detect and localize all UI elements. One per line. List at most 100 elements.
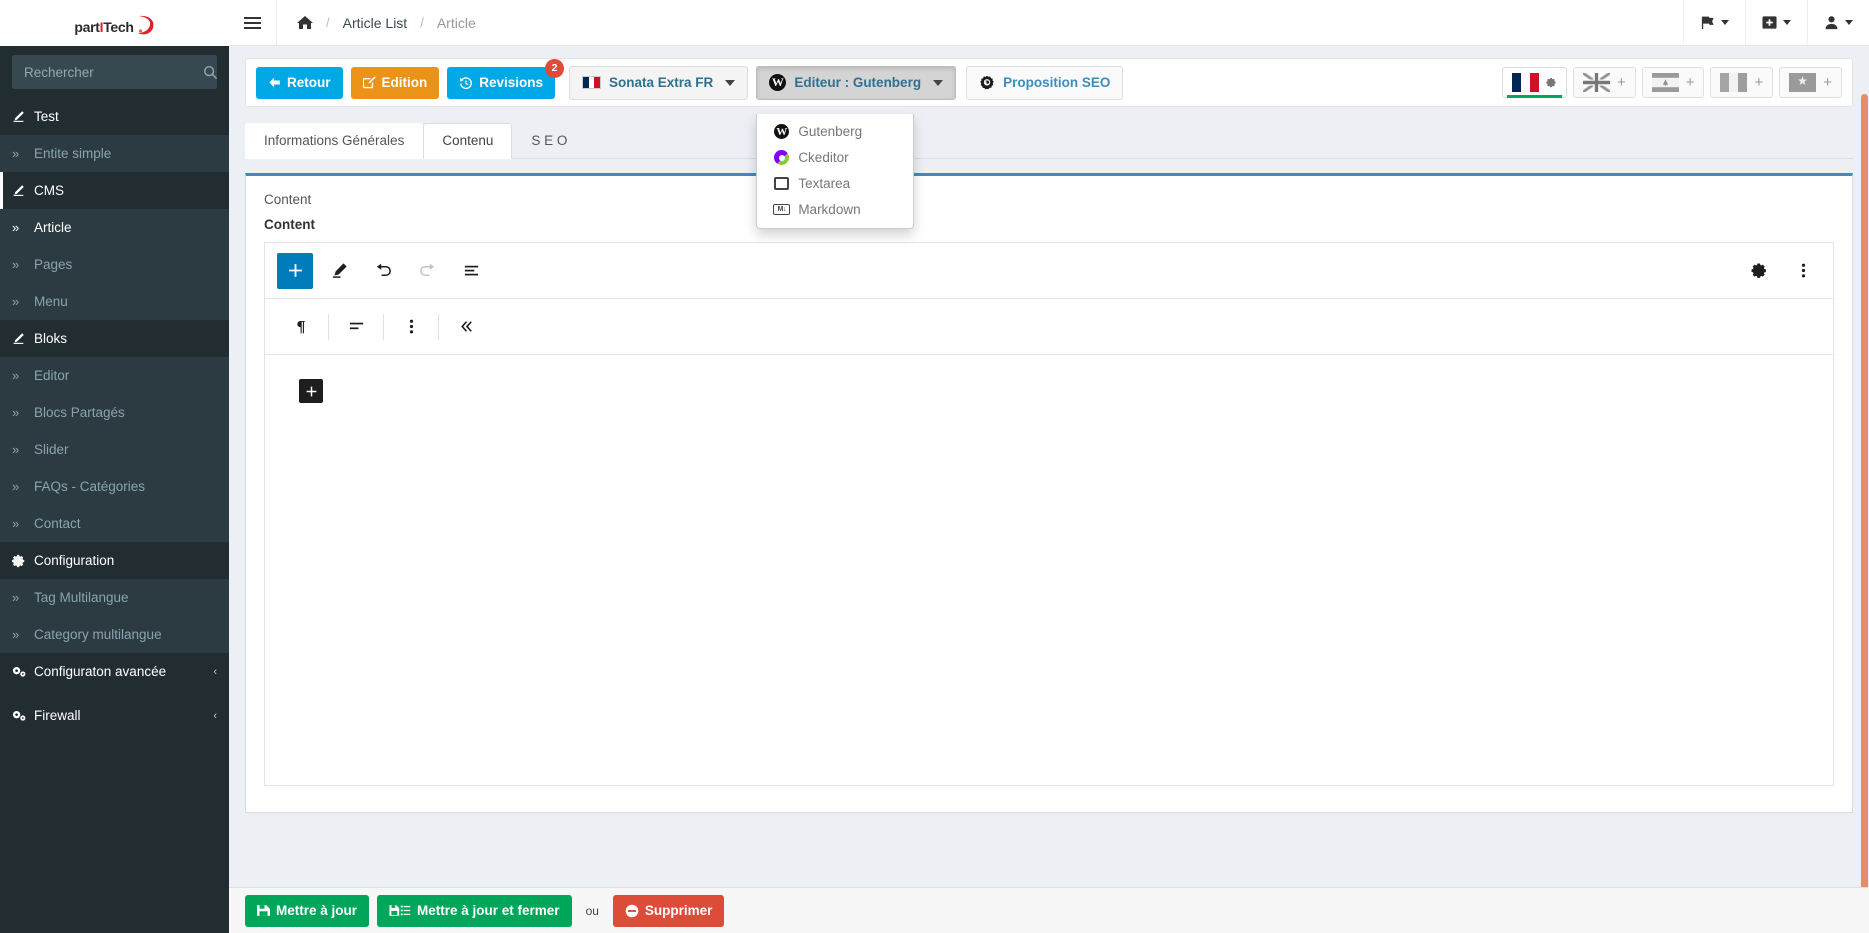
chevrons-right-icon: » xyxy=(12,257,34,272)
sidebar-item-menu[interactable]: » Menu xyxy=(0,283,229,320)
revisions-button[interactable]: Revisions 2 xyxy=(447,67,555,99)
locale-select-button[interactable]: Sonata Extra FR xyxy=(569,66,748,100)
tabs-bar: Informations Générales Contenu S E O xyxy=(245,121,1853,159)
add-block-button[interactable] xyxy=(277,253,313,289)
gutenberg-editor: ¶ xyxy=(264,242,1834,786)
more-options-button[interactable] xyxy=(1785,253,1821,289)
undo-button[interactable] xyxy=(365,253,401,289)
sidebar-item-article[interactable]: » Article xyxy=(0,209,229,246)
home-icon[interactable] xyxy=(297,15,313,30)
locale-chip-fr[interactable] xyxy=(1502,67,1567,98)
sidebar-item-firewall[interactable]: Firewall ‹ xyxy=(0,697,229,734)
plus-icon[interactable]: + xyxy=(1823,75,1832,90)
collapse-toolbar-button[interactable] xyxy=(448,309,484,345)
locale-chip-lb[interactable]: + xyxy=(1642,67,1705,98)
sidebar-item-configuration[interactable]: Configuration xyxy=(0,542,229,579)
minus-circle-icon xyxy=(625,904,639,918)
user-menu[interactable] xyxy=(1807,0,1869,46)
sidebar-item-label: Pages xyxy=(34,257,217,272)
sidebar-item-category-multilangue[interactable]: » Category multilangue xyxy=(0,616,229,653)
search-input[interactable] xyxy=(22,64,203,81)
chevron-down-icon xyxy=(1845,20,1853,25)
brand-swoosh-icon xyxy=(135,14,155,36)
block-options-button[interactable] xyxy=(393,309,429,345)
sidebar-item-tag-multilangue[interactable]: » Tag Multilangue xyxy=(0,579,229,616)
align-button[interactable] xyxy=(338,309,374,345)
tab-contenu[interactable]: Contenu xyxy=(423,123,512,159)
content-scroll-area: Retour Edition xyxy=(229,46,1869,933)
page-scrollbar-thumb[interactable] xyxy=(1861,94,1868,909)
sidebar-item-entite-simple[interactable]: » Entite simple xyxy=(0,135,229,172)
sidebar-item-editor[interactable]: » Editor xyxy=(0,357,229,394)
textarea-icon xyxy=(773,177,790,190)
back-button[interactable]: Retour xyxy=(256,67,343,99)
editor-option-ckeditor[interactable]: Ckeditor xyxy=(757,145,913,171)
language-flag-menu[interactable] xyxy=(1683,0,1745,46)
update-and-close-button-label: Mettre à jour et fermer xyxy=(417,903,560,918)
sidebar-item-label: Menu xyxy=(34,294,217,309)
chevrons-right-icon: » xyxy=(12,516,34,531)
sidebar-item-cms[interactable]: CMS xyxy=(0,172,229,209)
add-menu[interactable] xyxy=(1745,0,1807,46)
search-icon[interactable] xyxy=(203,65,218,80)
canvas-block-inserter[interactable] xyxy=(299,379,323,403)
editor-option-textarea[interactable]: Textarea xyxy=(757,171,913,197)
editor-option-label: Ckeditor xyxy=(798,150,848,165)
seo-gear-icon xyxy=(979,75,995,91)
locale-chip-it[interactable]: + xyxy=(1710,67,1773,98)
redo-button[interactable] xyxy=(409,253,445,289)
sidebar-item-contact[interactable]: » Contact xyxy=(0,505,229,542)
tools-pen-button[interactable] xyxy=(321,253,357,289)
sidebar-toggle-button[interactable] xyxy=(229,0,277,45)
chevrons-right-icon: » xyxy=(12,146,34,161)
sidebar-item-slider[interactable]: » Slider xyxy=(0,431,229,468)
paragraph-block-button[interactable]: ¶ xyxy=(283,309,319,345)
sidebar-item-blocs-partages[interactable]: » Blocs Partagés xyxy=(0,394,229,431)
chevrons-right-icon: » xyxy=(12,220,34,235)
sidebar-item-test[interactable]: Test xyxy=(0,98,229,135)
sidebar-search xyxy=(0,46,229,98)
content-field-label: Content xyxy=(264,217,1834,232)
update-button[interactable]: Mettre à jour xyxy=(245,895,369,927)
save-icon xyxy=(257,904,270,917)
gear-icon[interactable] xyxy=(1546,77,1557,88)
sidebar-item-bloks[interactable]: Bloks xyxy=(0,320,229,357)
pencil-icon xyxy=(12,332,34,345)
brand-logo[interactable]: partITech xyxy=(0,0,229,46)
editor-option-markdown[interactable]: M↓ Markdown xyxy=(757,197,913,223)
locale-chip-gb[interactable]: + xyxy=(1573,67,1636,98)
plus-icon[interactable]: + xyxy=(1754,75,1763,90)
editor-select-button[interactable]: W Editeur : Gutenberg xyxy=(756,66,956,100)
sidebar-nav: Test » Entite simple CMS » Article » Pag… xyxy=(0,98,229,734)
france-flag-icon xyxy=(1512,73,1539,92)
sidebar-item-label: Configuration xyxy=(34,553,217,568)
gutenberg-top-toolbar xyxy=(265,243,1833,299)
editor-select-label: Editeur : Gutenberg xyxy=(794,75,921,90)
locale-switcher: + + xyxy=(1502,67,1842,98)
update-and-close-button[interactable]: Mettre à jour et fermer xyxy=(377,895,572,927)
locale-chip-ma[interactable]: + xyxy=(1779,67,1842,98)
edit-button[interactable]: Edition xyxy=(351,67,440,99)
tab-informations-generales[interactable]: Informations Générales xyxy=(245,123,423,159)
sidebar-item-label: CMS xyxy=(34,183,217,198)
breadcrumb-article-list[interactable]: Article List xyxy=(343,15,408,31)
toolbar-divider xyxy=(328,314,329,340)
plus-icon[interactable]: + xyxy=(1686,75,1695,90)
chevrons-right-icon: » xyxy=(12,627,34,642)
breadcrumb-current: Article xyxy=(437,15,476,31)
search-box[interactable] xyxy=(12,55,217,89)
gutenberg-canvas[interactable] xyxy=(265,355,1833,785)
list-view-button[interactable] xyxy=(453,253,489,289)
editor-select-wrapper: W Editeur : Gutenberg W Gutenberg Ckedit… xyxy=(756,66,956,100)
delete-button[interactable]: Supprimer xyxy=(613,895,725,927)
tab-seo[interactable]: S E O xyxy=(512,123,586,159)
settings-button[interactable] xyxy=(1741,253,1777,289)
sidebar-item-configuration-avancee[interactable]: Configuraton avancée ‹ xyxy=(0,653,229,690)
sidebar-item-pages[interactable]: » Pages xyxy=(0,246,229,283)
sidebar-item-faqs-categories[interactable]: » FAQs - Catégories xyxy=(0,468,229,505)
editor-option-gutenberg[interactable]: W Gutenberg xyxy=(757,119,913,145)
seo-proposal-button[interactable]: Proposition SEO xyxy=(966,66,1123,100)
breadcrumb-separator: / xyxy=(420,15,424,30)
panel-header-label: Content xyxy=(246,176,1852,213)
plus-icon[interactable]: + xyxy=(1617,75,1626,90)
